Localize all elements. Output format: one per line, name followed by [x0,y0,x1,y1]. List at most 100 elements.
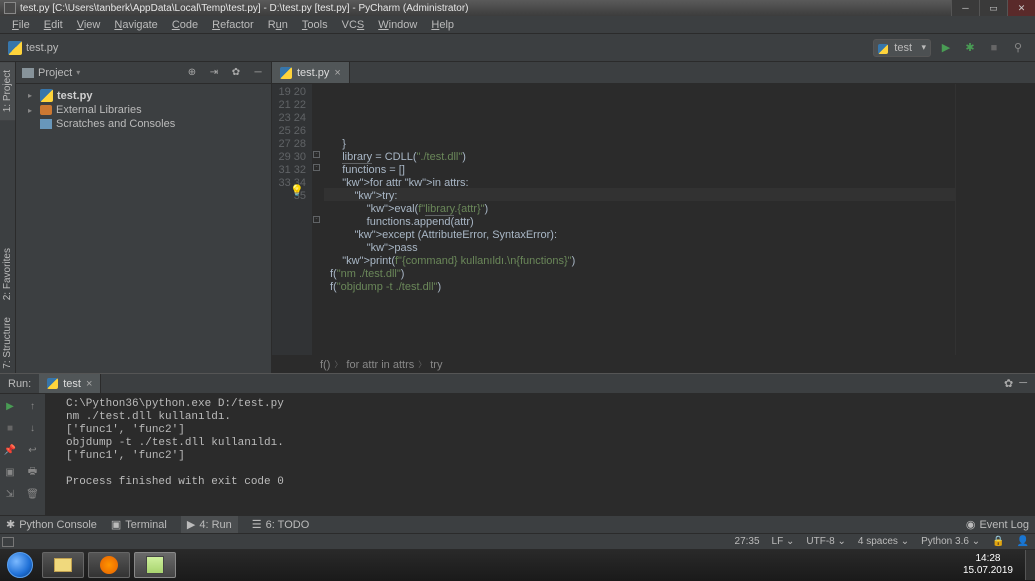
stop-button[interactable]: ■ [985,39,1003,57]
cursor-position[interactable]: 27:35 [735,536,760,547]
tree-item-scratches[interactable]: Scratches and Consoles [16,117,271,131]
indent-settings[interactable]: 4 spaces ⌄ [858,536,909,547]
project-tool-window: Project ▾ ⊕ ⇥ ✿ ─ ▸test.py ▸External Lib… [16,62,272,373]
close-tab-icon[interactable]: × [334,67,340,79]
tool-windows-icon[interactable] [2,537,14,547]
start-button[interactable] [2,551,38,579]
run-side-actions-2: ↑ ↓ ↩ 🖶 🗑 [20,394,46,515]
minimize-button[interactable]: ─ [951,0,979,16]
stop-run-button[interactable]: ■ [2,420,18,436]
menu-vcs[interactable]: VCS [336,17,371,33]
menu-help[interactable]: Help [425,17,460,33]
editor-area: test.py × 19 20 21 22 23 24 25 26 27 28 … [272,62,1035,373]
task-explorer[interactable] [42,552,84,578]
scratch-icon [40,119,52,129]
project-view-selector[interactable]: Project ▾ [22,67,80,79]
pycharm-icon [146,556,164,574]
run-console[interactable]: C:\Python36\python.exe D:/test.py nm ./t… [46,394,1035,515]
menu-view[interactable]: View [71,17,107,33]
python-file-icon [280,67,292,79]
run-label: Run: [0,378,39,390]
maximize-button[interactable]: ▭ [979,0,1007,16]
python-file-icon [40,89,53,102]
editor-right-margin [955,84,1035,355]
tool-run[interactable]: ▶ 4: Run [181,516,238,533]
tray-clock[interactable]: 14:28 15.07.2019 [955,551,1021,579]
run-tab-test[interactable]: test × [39,374,101,393]
menu-edit[interactable]: Edit [38,17,69,33]
project-tree[interactable]: ▸test.py ▸External Libraries Scratches a… [16,84,271,135]
sidetab-structure[interactable]: 7: Structure [0,309,15,377]
hide-icon[interactable]: ─ [251,66,265,80]
explorer-icon [54,558,72,572]
print-icon[interactable]: 🖶 [25,464,41,480]
settings-icon[interactable]: ✿ [1004,377,1013,390]
sidetab-project[interactable]: 1: Project [0,62,15,120]
bottom-tool-stripe: ✱ Python Console ▣ Terminal ▶ 4: Run ☰ 6… [0,515,1035,533]
lock-icon[interactable]: 🔒 [992,536,1004,547]
python-file-icon [47,378,58,389]
task-firefox[interactable] [88,552,130,578]
line-gutter: 19 20 21 22 23 24 25 26 27 28 29 30 31 3… [272,84,312,355]
file-encoding[interactable]: UTF-8 ⌄ [806,536,846,547]
menu-code[interactable]: Code [166,17,204,33]
tool-python-console[interactable]: ✱ Python Console [6,518,97,531]
show-desktop-button[interactable] [1025,550,1035,580]
editor-tabs: test.py × [272,62,1035,84]
layout-icon[interactable]: ▣ [2,464,18,480]
attach-icon[interactable]: ⇲ [2,486,18,502]
app-icon [4,2,16,14]
close-tab-icon[interactable]: × [86,378,92,390]
pin-icon[interactable]: 📌 [2,442,18,458]
search-everywhere-icon[interactable]: ⚲ [1009,39,1027,57]
rerun-button[interactable]: ▶ [2,398,18,414]
folder-icon [22,68,34,78]
tool-event-log[interactable]: ◉ Event Log [966,518,1029,531]
editor-breadcrumb[interactable]: f()〉 for attr in attrs〉 try [272,355,1035,373]
tool-todo[interactable]: ☰ 6: TODO [252,518,309,531]
library-icon [40,105,52,115]
windows-orb-icon [7,552,33,578]
wrap-icon[interactable]: ↩ [25,442,41,458]
left-tool-stripe: 1: Project 2: Favorites 7: Structure [0,62,16,373]
code-editor[interactable]: 19 20 21 22 23 24 25 26 27 28 29 30 31 3… [272,84,1035,355]
locate-icon[interactable]: ⊕ [185,66,199,80]
run-side-actions: ▶ ■ 📌 ▣ ⇲ [0,394,20,515]
menu-refactor[interactable]: Refactor [206,17,260,33]
run-button[interactable]: ▶ [937,39,955,57]
sidetab-favorites[interactable]: 2: Favorites [0,240,15,308]
editor-tab-testpy[interactable]: test.py × [272,62,350,83]
collapse-icon[interactable]: ⇥ [207,66,221,80]
main-menu: File Edit View Navigate Code Refactor Ru… [0,16,1035,34]
crumb-file: test.py [26,42,58,54]
close-button[interactable]: ✕ [1007,0,1035,16]
trash-icon[interactable]: 🗑 [25,486,41,502]
python-file-icon [8,41,22,55]
intention-bulb-icon[interactable]: 💡 [290,185,304,198]
debug-button[interactable]: ✱ [961,39,979,57]
windows-taskbar: 14:28 15.07.2019 [0,549,1035,581]
down-icon[interactable]: ↓ [25,420,41,436]
firefox-icon [100,556,118,574]
hide-icon[interactable]: ─ [1019,377,1027,390]
line-ending[interactable]: LF ⌄ [772,536,795,547]
up-icon[interactable]: ↑ [25,398,41,414]
run-tool-window: Run: test × ✿ ─ ▶ ■ 📌 ▣ ⇲ ↑ ↓ ↩ 🖶 🗑 C:\P… [0,373,1035,515]
window-titlebar: test.py [C:\Users\tanberk\AppData\Local\… [0,0,1035,16]
run-config-selector[interactable]: test [873,39,931,57]
menu-window[interactable]: Window [372,17,423,33]
navigation-bar: test.py test ▶ ✱ ■ ⚲ [0,34,1035,62]
menu-navigate[interactable]: Navigate [108,17,163,33]
menu-tools[interactable]: Tools [296,17,334,33]
tree-item-external-libraries[interactable]: ▸External Libraries [16,103,271,117]
interpreter[interactable]: Python 3.6 ⌄ [921,536,980,547]
nav-crumb[interactable]: test.py [8,41,58,55]
menu-file[interactable]: File [6,17,36,33]
settings-icon[interactable]: ✿ [229,66,243,80]
menu-run[interactable]: Run [262,17,294,33]
task-pycharm[interactable] [134,552,176,578]
fold-column[interactable]: - - - [312,84,324,355]
hector-icon[interactable]: 👤 [1017,536,1029,547]
tool-terminal[interactable]: ▣ Terminal [111,518,167,531]
tree-item-testpy[interactable]: ▸test.py [16,88,271,103]
